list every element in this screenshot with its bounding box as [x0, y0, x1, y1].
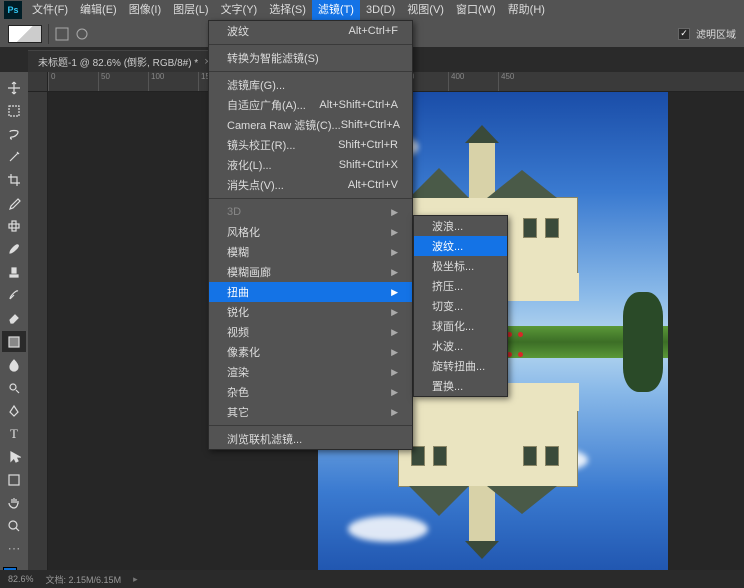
filter-gallery[interactable]: 滤镜库(G)...: [209, 75, 412, 95]
eraser-tool[interactable]: [2, 308, 26, 329]
zoom-tool[interactable]: [2, 516, 26, 537]
transparency-label: 滤明区域: [696, 26, 736, 41]
filter-stylize[interactable]: 风格化▶: [209, 222, 412, 242]
distort-ripple[interactable]: 波纹...: [414, 236, 507, 256]
stamp-tool[interactable]: [2, 262, 26, 283]
status-arrow-icon[interactable]: ▸: [133, 574, 138, 585]
status-bar: 82.6% 文档: 2.15M/6.15M ▸: [0, 570, 744, 588]
edit-toolbar-icon[interactable]: ⋯: [2, 539, 26, 560]
move-tool[interactable]: [2, 77, 26, 98]
filter-adaptive-wide[interactable]: 自适应广角(A)...Alt+Shift+Ctrl+A: [209, 95, 412, 115]
distort-polar[interactable]: 极坐标...: [414, 256, 507, 276]
document-tab-title: 未标题-1 @ 82.6% (倒影, RGB/8#) *: [38, 54, 198, 69]
menu-bar: Ps 文件(F) 编辑(E) 图像(I) 图层(L) 文字(Y) 选择(S) 滤…: [0, 0, 744, 20]
app-logo: Ps: [4, 1, 22, 19]
separator: [48, 24, 49, 44]
filter-browse-online[interactable]: 浏览联机滤镜...: [209, 429, 412, 449]
distort-pinch[interactable]: 挤压...: [414, 276, 507, 296]
transparency-checkbox[interactable]: ✓: [678, 28, 690, 40]
filter-render[interactable]: 渲染▶: [209, 362, 412, 382]
pen-tool[interactable]: [2, 400, 26, 421]
eyedropper-tool[interactable]: [2, 192, 26, 213]
filter-other[interactable]: 其它▶: [209, 402, 412, 422]
filter-convert-smart[interactable]: 转换为智能滤镜(S): [209, 48, 412, 68]
hand-tool[interactable]: [2, 493, 26, 514]
menu-image[interactable]: 图像(I): [123, 0, 167, 20]
type-tool[interactable]: T: [2, 423, 26, 444]
marquee-tool[interactable]: [2, 100, 26, 121]
filter-pixelate[interactable]: 像素化▶: [209, 342, 412, 362]
shape-tool[interactable]: [2, 470, 26, 491]
filter-vanishing-point[interactable]: 消失点(V)...Alt+Ctrl+V: [209, 175, 412, 195]
vertical-ruler[interactable]: [28, 92, 48, 588]
menu-file[interactable]: 文件(F): [26, 0, 74, 20]
menu-help[interactable]: 帮助(H): [502, 0, 551, 20]
tool-palette: T ⋯: [0, 72, 28, 588]
distort-submenu: 波浪... 波纹... 极坐标... 挤压... 切变... 球面化... 水波…: [413, 215, 508, 397]
filter-distort[interactable]: 扭曲▶: [209, 282, 412, 302]
distort-twirl[interactable]: 旋转扭曲...: [414, 356, 507, 376]
lasso-tool[interactable]: [2, 123, 26, 144]
menu-window[interactable]: 窗口(W): [450, 0, 502, 20]
path-select-tool[interactable]: [2, 447, 26, 468]
gradient-swatch[interactable]: [8, 25, 42, 43]
distort-zigzag[interactable]: 水波...: [414, 336, 507, 356]
crop-tool[interactable]: [2, 169, 26, 190]
distort-wave[interactable]: 波浪...: [414, 216, 507, 236]
filter-blur[interactable]: 模糊▶: [209, 242, 412, 262]
filter-lens-correction[interactable]: 镜头校正(R)...Shift+Ctrl+R: [209, 135, 412, 155]
radial-gradient-icon[interactable]: [75, 27, 89, 41]
filter-video[interactable]: 视频▶: [209, 322, 412, 342]
filter-last[interactable]: 波纹Alt+Ctrl+F: [209, 21, 412, 41]
filter-blur-gallery[interactable]: 模糊画廊▶: [209, 262, 412, 282]
filter-menu-dropdown: 波纹Alt+Ctrl+F 转换为智能滤镜(S) 滤镜库(G)... 自适应广角(…: [208, 20, 413, 450]
dodge-tool[interactable]: [2, 377, 26, 398]
linear-gradient-icon[interactable]: [55, 27, 69, 41]
filter-sharpen[interactable]: 锐化▶: [209, 302, 412, 322]
filter-3d[interactable]: 3D▶: [209, 202, 412, 222]
blur-tool[interactable]: [2, 354, 26, 375]
history-brush-tool[interactable]: [2, 285, 26, 306]
menu-layer[interactable]: 图层(L): [167, 0, 214, 20]
brush-tool[interactable]: [2, 239, 26, 260]
menu-view[interactable]: 视图(V): [401, 0, 450, 20]
healing-tool[interactable]: [2, 216, 26, 237]
status-zoom[interactable]: 82.6%: [8, 574, 34, 584]
document-tab[interactable]: 未标题-1 @ 82.6% (倒影, RGB/8#) * ×: [28, 50, 221, 72]
menu-edit[interactable]: 编辑(E): [74, 0, 123, 20]
distort-shear[interactable]: 切变...: [414, 296, 507, 316]
menu-filter[interactable]: 滤镜(T): [312, 0, 360, 20]
distort-displace[interactable]: 置换...: [414, 376, 507, 396]
magic-wand-tool[interactable]: [2, 146, 26, 167]
menu-type[interactable]: 文字(Y): [215, 0, 264, 20]
filter-liquify[interactable]: 液化(L)...Shift+Ctrl+X: [209, 155, 412, 175]
filter-camera-raw[interactable]: Camera Raw 滤镜(C)...Shift+Ctrl+A: [209, 115, 412, 135]
status-doc-size[interactable]: 文档: 2.15M/6.15M: [46, 573, 122, 586]
menu-3d[interactable]: 3D(D): [360, 0, 401, 20]
filter-noise[interactable]: 杂色▶: [209, 382, 412, 402]
distort-spherize[interactable]: 球面化...: [414, 316, 507, 336]
gradient-tool[interactable]: [2, 331, 26, 352]
menu-select[interactable]: 选择(S): [263, 0, 312, 20]
ruler-origin[interactable]: [28, 72, 48, 92]
